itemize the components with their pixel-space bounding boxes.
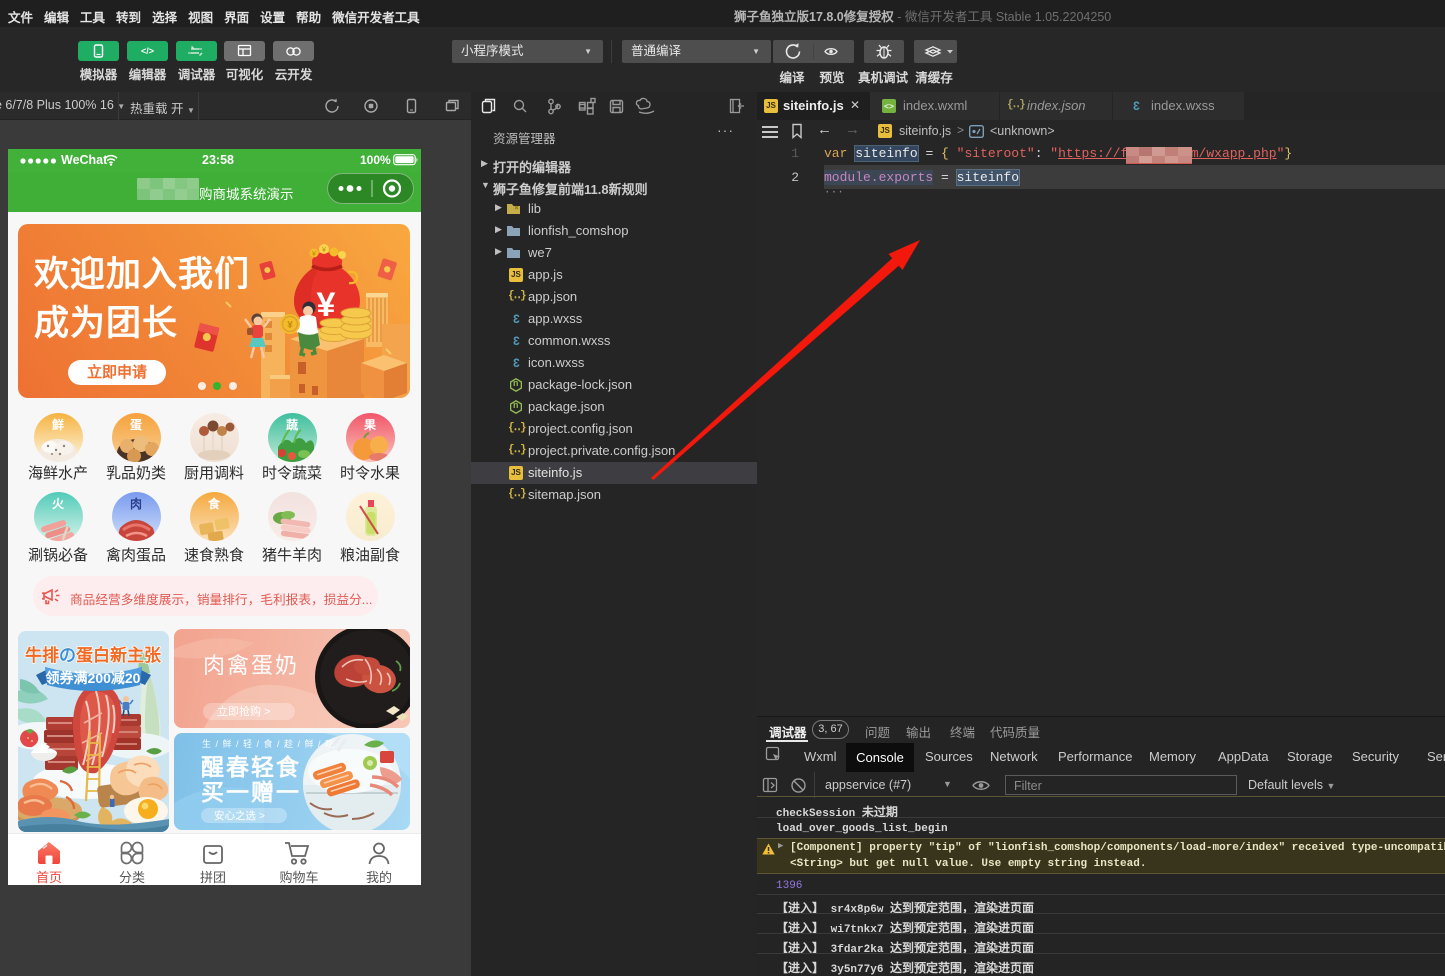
- svg-text:牛排の蛋白新主张: 牛排の蛋白新主张: [25, 645, 162, 665]
- svg-text:醒春轻食: 醒春轻食: [201, 754, 301, 780]
- svg-text:立即抢购 >: 立即抢购 >: [217, 704, 270, 718]
- svg-text:领券满200减20: 领券满200减20: [46, 670, 141, 686]
- svg-text:¥: ¥: [287, 320, 293, 331]
- svg-text:生 / 鲜 / 轻 / 食 / 趁 / 鲜 / 吃: 生 / 鲜 / 轻 / 食 / 趁 / 鲜 / 吃: [202, 738, 335, 749]
- svg-text:¥: ¥: [312, 251, 316, 258]
- svg-text:肉禽蛋奶: 肉禽蛋奶: [203, 653, 299, 678]
- svg-text:买一赠一: 买一赠一: [201, 779, 301, 805]
- svg-text:¥: ¥: [322, 247, 326, 254]
- svg-text:安心之选 >: 安心之选 >: [214, 809, 265, 822]
